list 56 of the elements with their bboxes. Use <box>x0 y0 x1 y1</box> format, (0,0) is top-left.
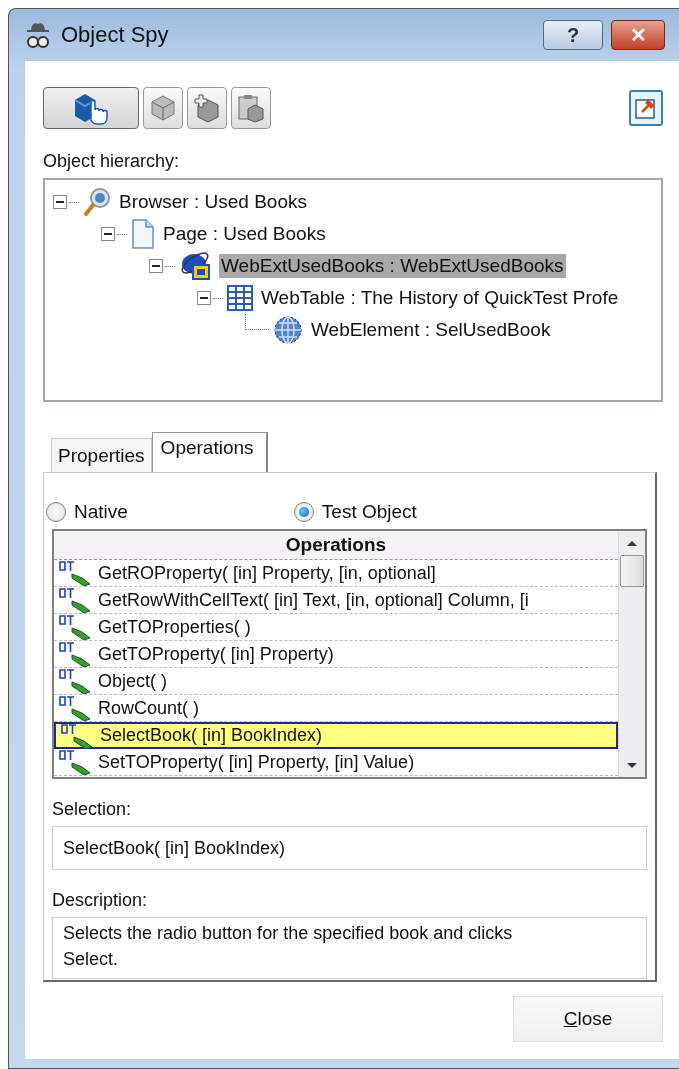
clipboard-icon <box>236 93 266 123</box>
tree-item[interactable]: WebExtUsedBooks : WebExtUsedBooks <box>219 254 566 278</box>
globe-icon <box>273 315 303 345</box>
qt-method-icon <box>58 614 92 640</box>
radio-indicator[interactable] <box>293 502 314 522</box>
toolbar-button[interactable] <box>231 87 271 129</box>
operation-row[interactable]: SetTOProperty( [in] Property, [in] Value) <box>54 749 618 776</box>
qt-method-icon <box>58 587 92 613</box>
qt-method-icon <box>58 641 92 667</box>
column-header: Operations <box>54 531 618 560</box>
operation-row[interactable]: GetROProperty( [in] Property, [in, optional] <box>54 560 618 587</box>
radio-indicator[interactable] <box>46 502 66 522</box>
qt-method-icon <box>58 668 92 694</box>
operation-row[interactable]: Object( ) <box>54 668 618 695</box>
collapse-icon[interactable] <box>53 195 67 209</box>
collapse-icon[interactable] <box>197 291 211 305</box>
selection-field[interactable]: SelectBook( [in] BookIndex) <box>52 826 647 870</box>
toolbar-button[interactable] <box>187 87 227 129</box>
pin-icon <box>634 96 658 120</box>
close-button[interactable]: Close <box>513 996 663 1042</box>
field-label: Selection: <box>52 799 133 820</box>
toolbar-button[interactable] <box>143 87 183 129</box>
help-button[interactable]: ? <box>543 20 603 50</box>
tree-item[interactable]: Browser : Used Books <box>117 190 309 214</box>
tree-item[interactable]: WebTable : The History of QuickTest Profe <box>259 286 621 310</box>
qt-method-icon <box>58 695 92 721</box>
operation-row[interactable]: SelectBook( [in] BookIndex) <box>54 722 618 749</box>
scrollbar-thumb[interactable] <box>620 555 644 587</box>
cube-icon <box>148 93 178 123</box>
operation-row[interactable]: GetTOProperties( ) <box>54 614 618 641</box>
qt-method-icon <box>60 722 94 749</box>
globe-ring-icon <box>179 250 213 282</box>
tab[interactable]: Operations <box>151 432 268 472</box>
globe-magnifier-icon <box>83 187 111 217</box>
radio-button[interactable]: Native <box>46 501 128 523</box>
qt-method-icon <box>58 749 92 775</box>
field-label: Description: <box>52 890 149 911</box>
qt-method-icon <box>58 560 92 586</box>
section-label: Object hierarchy: <box>43 151 181 172</box>
grid-icon <box>227 285 253 311</box>
operation-row[interactable]: GetRowWithCellText( [in] Text, [in, optional] Column, [i <box>54 587 618 614</box>
toolbar-button[interactable] <box>43 87 139 129</box>
document-icon <box>131 219 155 249</box>
scrollbar[interactable] <box>618 531 645 777</box>
radio-button[interactable]: Test Object <box>293 501 417 523</box>
tree-item[interactable]: Page : Used Books <box>161 222 328 246</box>
collapse-icon[interactable] <box>149 259 163 273</box>
description-field[interactable]: Selects the radio button for the specified book and clicks Select. <box>52 917 647 979</box>
cube-plus-icon <box>192 93 222 123</box>
tree-item[interactable]: WebElement : SelUsedBook <box>309 318 553 342</box>
tab[interactable]: Properties <box>51 438 152 472</box>
pin-button[interactable] <box>629 90 663 126</box>
window-title: Object Spy <box>61 22 170 48</box>
spy-hat-icon <box>25 20 51 50</box>
collapse-icon[interactable] <box>101 227 115 241</box>
operation-row[interactable]: GetTOProperty( [in] Property) <box>54 641 618 668</box>
